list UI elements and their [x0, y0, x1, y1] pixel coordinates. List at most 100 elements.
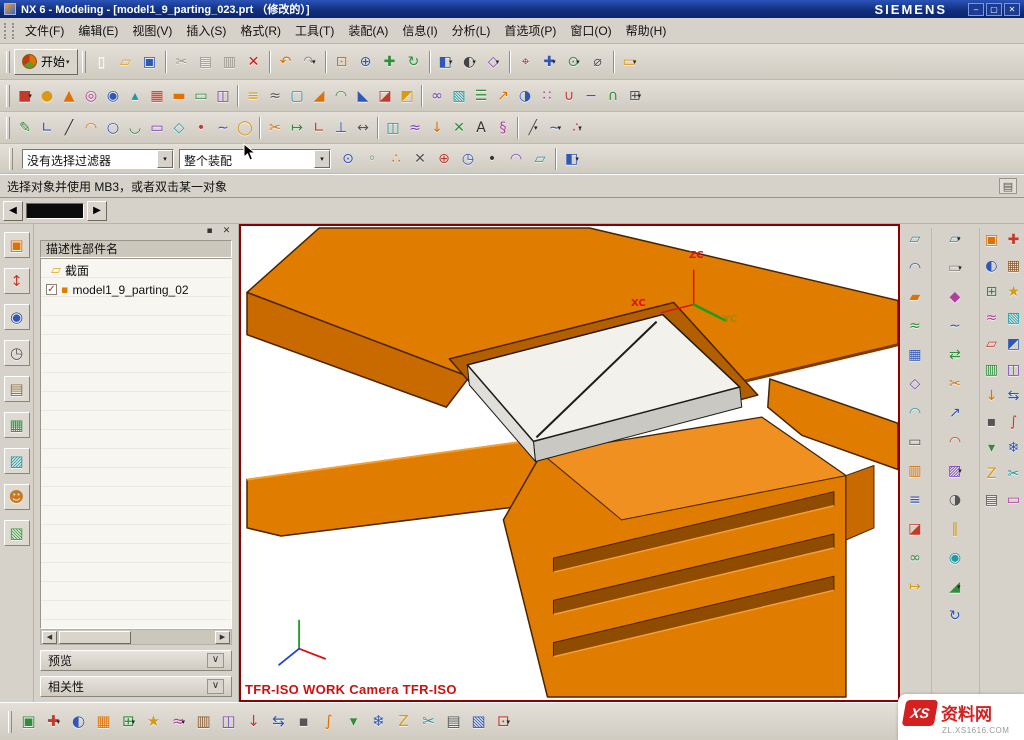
menu-item[interactable]: 信息(I): [395, 19, 444, 42]
menu-item[interactable]: 文件(F): [18, 19, 71, 42]
pocket-icon[interactable]: ▦: [146, 85, 168, 107]
chevron-down-icon[interactable]: ▾: [157, 150, 173, 168]
toolbar-grip[interactable]: [6, 85, 10, 107]
dialog-rail-slot[interactable]: [26, 203, 84, 219]
groove-icon[interactable]: ◫: [212, 85, 234, 107]
zoom-icon[interactable]: ⊕: [354, 50, 378, 74]
dropdown-arrow-icon[interactable]: ▾: [576, 58, 580, 66]
toolbar-grip[interactable]: [8, 711, 12, 733]
spline-icon[interactable]: ∼: [212, 117, 234, 139]
circle-icon[interactable]: ○: [102, 117, 124, 139]
wcs-icon[interactable]: ⌖: [514, 50, 538, 74]
selection-filter-dropdown[interactable]: 没有选择过滤器 ▾: [22, 149, 174, 169]
make-corner-icon[interactable]: ∟: [308, 117, 330, 139]
bt-cooling-icon[interactable]: ❄: [366, 709, 391, 734]
arc-icon[interactable]: ◠: [80, 117, 102, 139]
roles-icon[interactable]: ☻: [4, 484, 30, 510]
dropdown-arrow-icon[interactable]: ▾: [575, 155, 579, 163]
thread-icon[interactable]: ≈: [264, 85, 286, 107]
mw-cooling-icon[interactable]: ❄: [1004, 438, 1023, 457]
n-sided-surface-icon[interactable]: ◇: [904, 373, 926, 395]
cylinder-feature-icon[interactable]: ●: [36, 85, 58, 107]
edge-blend-icon[interactable]: ◠: [330, 85, 352, 107]
dropdown-arrow-icon[interactable]: ▾: [57, 718, 61, 726]
mw-initialize-project-icon[interactable]: ▣: [982, 230, 1001, 249]
render-style-icon[interactable]: ◐▾: [458, 50, 482, 74]
mw-bom-icon[interactable]: ▤: [982, 490, 1001, 509]
dropdown-arrow-icon[interactable]: ▾: [312, 58, 316, 66]
toolbar-grip[interactable]: [9, 148, 13, 170]
bt-mold-tools-icon[interactable]: ★: [141, 709, 166, 734]
dropdown-arrow-icon[interactable]: ▾: [957, 583, 961, 591]
mw-parting-lines-icon[interactable]: ≈: [982, 308, 1001, 327]
bt-shrinkage-icon[interactable]: ◐: [66, 709, 91, 734]
surface-analysis-icon[interactable]: ▨▾: [944, 460, 966, 482]
curve-line-icon[interactable]: ╱▾: [522, 117, 544, 139]
auto-dimension-icon[interactable]: ↔: [352, 117, 374, 139]
mw-sub-insert-icon[interactable]: ▪: [982, 412, 1001, 431]
menu-item[interactable]: 窗口(O): [563, 19, 618, 42]
scene-icon[interactable]: ▧: [4, 520, 30, 546]
law-extension-icon[interactable]: ↗: [944, 402, 966, 424]
snap-arc-center-icon[interactable]: ⊕: [432, 147, 456, 171]
bt-ejector-pin-icon[interactable]: ↓: [241, 709, 266, 734]
line-icon[interactable]: ╱: [58, 117, 80, 139]
shell-icon[interactable]: ▢: [286, 85, 308, 107]
plane-grid-icon[interactable]: ▭▾: [944, 257, 966, 279]
project-curve-icon[interactable]: ↓: [426, 117, 448, 139]
face-curvature-icon[interactable]: ◉: [944, 547, 966, 569]
snap-quadrant-icon[interactable]: ◷: [456, 147, 480, 171]
mw-shrinkage-icon[interactable]: ◐: [982, 256, 1001, 275]
history-icon[interactable]: ◷: [4, 340, 30, 366]
bt-trim-icon[interactable]: ✂: [416, 709, 441, 734]
bt-gate-icon[interactable]: ▾: [341, 709, 366, 734]
ruler-icon[interactable]: ▭▾: [618, 50, 642, 74]
mw-cavity-layout-icon[interactable]: ⊞: [982, 282, 1001, 301]
bt-sub-insert-icon[interactable]: ▪: [291, 709, 316, 734]
chamfer-icon[interactable]: ◣: [352, 85, 374, 107]
mw-core-cavity-icon[interactable]: ◩: [1004, 334, 1023, 353]
bt-slider-lifter-icon[interactable]: ⇆: [266, 709, 291, 734]
constraint-navigator-icon[interactable]: ↕: [4, 268, 30, 294]
chevron-down-icon[interactable]: ∨: [207, 653, 224, 668]
bt-bom-icon[interactable]: ▤: [441, 709, 466, 734]
mw-gate-icon[interactable]: ▾: [982, 438, 1001, 457]
hole-icon[interactable]: ◉: [102, 85, 124, 107]
dropdown-arrow-icon[interactable]: ▾: [449, 58, 453, 66]
shaded-view-icon[interactable]: ◧▾: [434, 50, 458, 74]
snap-point-icon[interactable]: ⊙▾: [562, 50, 586, 74]
snap-point-on-curve-icon[interactable]: ◠: [504, 147, 528, 171]
dropdown-arrow-icon[interactable]: ▾: [496, 58, 500, 66]
bt-mold-csys-icon[interactable]: ✚▾: [41, 709, 66, 734]
studio-spline-icon[interactable]: ∼▾: [544, 117, 566, 139]
scale-body-icon[interactable]: ↗: [492, 85, 514, 107]
panel-close-icon[interactable]: ✕: [220, 226, 233, 238]
rib-icon[interactable]: ≡: [242, 85, 264, 107]
mirror-curve-icon[interactable]: ◫: [382, 117, 404, 139]
dropdown-arrow-icon[interactable]: ▾: [958, 264, 962, 272]
global-shaping-icon[interactable]: ◠: [944, 431, 966, 453]
highlight-lines-icon[interactable]: ∥: [944, 518, 966, 540]
bt-parting-icon[interactable]: ≈▾: [166, 709, 191, 734]
extension-icon[interactable]: ↦: [904, 576, 926, 598]
through-curves-icon[interactable]: ≈: [904, 315, 926, 337]
intersection-curve-icon[interactable]: ✕: [448, 117, 470, 139]
bt-tools-icon[interactable]: ⊡▾: [491, 709, 516, 734]
text-icon[interactable]: A: [470, 117, 492, 139]
revolve-icon[interactable]: ◎: [80, 85, 102, 107]
snap-point-on-face-icon[interactable]: ▱: [528, 147, 552, 171]
view-orient-cube-icon[interactable]: ◧▾: [560, 147, 584, 171]
dropdown-arrow-icon[interactable]: ▾: [558, 124, 562, 132]
graphics-viewport[interactable]: ZC XC YC TFR-ISO WORK Camera TFR-ISO: [239, 224, 900, 702]
curve-mesh-icon[interactable]: ▦: [904, 344, 926, 366]
bt-electrode-icon[interactable]: Z: [391, 709, 416, 734]
mw-standard-parts-icon[interactable]: ◫: [1004, 360, 1023, 379]
point-icon[interactable]: •: [190, 117, 212, 139]
dropdown-arrow-icon[interactable]: ▾: [472, 58, 476, 66]
intersect-icon[interactable]: ∩: [602, 85, 624, 107]
sew-surface-icon[interactable]: ∞: [904, 547, 926, 569]
pin-icon[interactable]: ▪: [203, 226, 216, 238]
palette-icon[interactable]: ▦: [4, 412, 30, 438]
draft-icon[interactable]: ◢: [308, 85, 330, 107]
quick-extend-icon[interactable]: ↦: [286, 117, 308, 139]
